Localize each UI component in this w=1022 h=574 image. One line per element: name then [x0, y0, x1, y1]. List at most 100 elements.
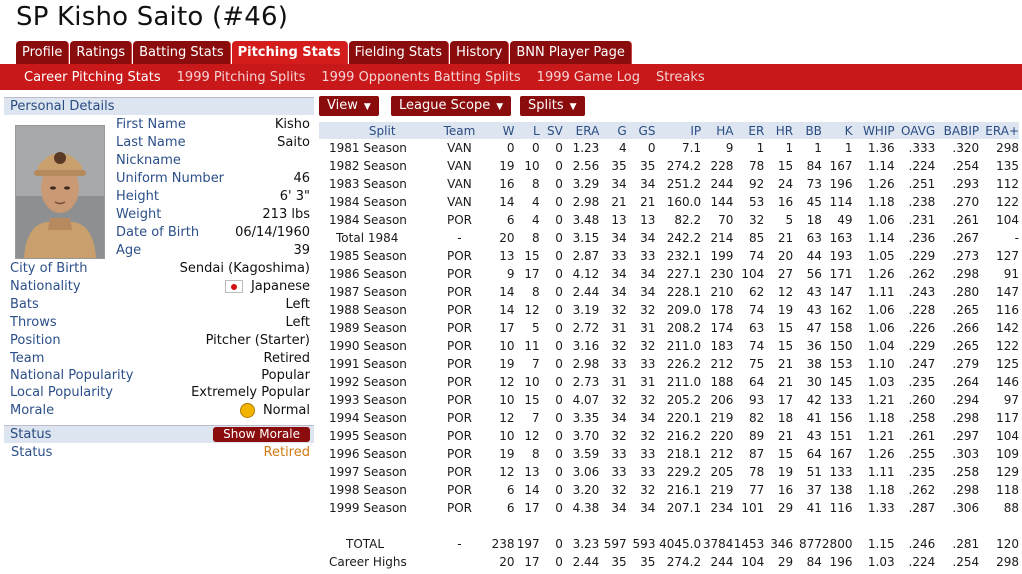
table-cell: 11: [524, 339, 540, 353]
table-cell: .293: [952, 177, 980, 191]
table-cell: 197: [516, 537, 540, 551]
table-cell: 205: [710, 465, 734, 479]
caret-down-icon: ▼: [569, 102, 577, 112]
column-header-g[interactable]: G: [599, 122, 627, 139]
tab-pitching-stats[interactable]: Pitching Stats: [231, 41, 348, 64]
table-cell: .320: [952, 141, 980, 155]
table-cell: 1.10: [867, 357, 895, 371]
table-cell: VAN: [447, 177, 472, 191]
tab-ratings[interactable]: Ratings: [70, 41, 133, 64]
table-cell: 211.0: [666, 339, 702, 353]
column-header-whip[interactable]: WHIP: [852, 122, 895, 139]
table-cell: 0: [555, 195, 563, 209]
table-cell: 7: [531, 357, 540, 371]
table-cell: 3.19: [572, 303, 600, 317]
column-header-l[interactable]: L: [514, 122, 540, 139]
table-row: 1982 Season VAN 19 10 0 2.56 35 35 274.2 228 78 15 8…: [319, 157, 1019, 175]
column-header-w[interactable]: W: [483, 122, 515, 139]
subnav-streaks[interactable]: Streaks: [648, 70, 713, 85]
table-cell: 13: [611, 213, 627, 227]
table-cell: 205.2: [666, 393, 702, 407]
table-cell: 122: [996, 195, 1019, 209]
column-header-babip[interactable]: BABIP: [935, 122, 980, 139]
tab-profile[interactable]: Profile: [16, 41, 70, 64]
table-cell: 167: [829, 447, 853, 461]
subnav-1999-game-log[interactable]: 1999 Game Log: [529, 70, 648, 85]
table-cell: 33: [640, 465, 656, 479]
table-cell: 20: [777, 249, 794, 263]
table-cell: .224: [908, 555, 936, 569]
table-cell: 33: [640, 447, 656, 461]
table-cell: 120: [996, 537, 1019, 551]
column-header-bb[interactable]: BB: [793, 122, 822, 139]
table-cell: 64: [806, 447, 822, 461]
table-cell: 21: [777, 375, 794, 389]
table-cell: -: [457, 537, 462, 551]
table-cell: 87: [749, 447, 765, 461]
show-morale-button[interactable]: Show Morale: [213, 427, 310, 442]
league-scope-dropdown[interactable]: League Scope ▼: [391, 96, 512, 116]
table-cell: 70: [718, 213, 734, 227]
column-header-oavg[interactable]: OAVG: [894, 122, 936, 139]
nationality-value: Japanese: [224, 278, 310, 296]
table-cell: 877: [799, 537, 822, 551]
table-cell: 0: [555, 303, 563, 317]
player-photo: [15, 125, 105, 259]
natpop-text: Popular: [261, 368, 310, 383]
table-cell: POR: [446, 411, 472, 425]
table-cell: 3.16: [572, 339, 600, 353]
table-cell: 35: [640, 159, 656, 173]
column-header-ip[interactable]: IP: [655, 122, 702, 139]
splits-dropdown[interactable]: Splits ▼: [520, 96, 585, 116]
column-header-hr[interactable]: HR: [764, 122, 794, 139]
tab-history[interactable]: History: [450, 41, 510, 64]
table-cell: 593: [632, 537, 656, 551]
table-cell: 127: [996, 249, 1019, 263]
table-cell: 75: [749, 357, 765, 371]
table-cell: .298: [952, 411, 980, 425]
column-header-split[interactable]: Split: [319, 122, 436, 139]
table-row: 1998 Season POR 6 14 0 3.20 32 32 216.1 219 77 16 37…: [319, 481, 1019, 499]
table-cell: 0: [555, 213, 563, 227]
column-header-era[interactable]: ERA: [562, 122, 600, 139]
subnav-1999-pitching-splits[interactable]: 1999 Pitching Splits: [169, 70, 314, 85]
table-cell: .226: [908, 321, 936, 335]
table-cell: 34: [640, 411, 656, 425]
first-name-value: Kisho: [275, 116, 310, 134]
team-text: Retired: [263, 351, 310, 366]
table-cell: 1991 Season: [329, 357, 407, 371]
subnav-career-pitching-stats[interactable]: Career Pitching Stats: [0, 70, 169, 85]
column-header-ha[interactable]: HA: [701, 122, 734, 139]
table-cell: 2.98: [572, 357, 600, 371]
column-header-k[interactable]: K: [821, 122, 853, 139]
table-cell: .265: [952, 339, 980, 353]
caret-down-icon: ▼: [496, 102, 504, 112]
table-cell: .306: [952, 501, 980, 515]
table-cell: 84: [806, 555, 822, 569]
table-cell: 1987 Season: [329, 285, 407, 299]
table-cell: 244: [710, 555, 734, 569]
table-cell: 145: [829, 375, 853, 389]
column-header-team[interactable]: Team: [435, 122, 484, 139]
table-cell: 112: [996, 177, 1019, 191]
table-cell: 62: [749, 285, 765, 299]
subnav-1999-opponents-batting-splits[interactable]: 1999 Opponents Batting Splits: [313, 70, 528, 85]
table-cell: 1.11: [867, 285, 895, 299]
tab-bnn-player-page[interactable]: BNN Player Page: [510, 41, 632, 64]
table-cell: .247: [908, 357, 936, 371]
column-header-sv[interactable]: SV: [539, 122, 563, 139]
column-header-gs[interactable]: GS: [626, 122, 656, 139]
view-dropdown[interactable]: View ▼: [319, 96, 379, 116]
table-cell: 153: [829, 357, 853, 371]
table-cell: 21: [640, 195, 656, 209]
column-header-era-[interactable]: ERA+: [979, 122, 1019, 139]
uniform-label: Uniform Number: [116, 171, 225, 186]
column-header-er[interactable]: ER: [733, 122, 765, 139]
tab-fielding-stats[interactable]: Fielding Stats: [348, 41, 450, 64]
tab-batting-stats[interactable]: Batting Stats: [133, 41, 231, 64]
table-cell: POR: [446, 267, 472, 281]
table-cell: 129: [996, 465, 1019, 479]
table-cell: 0: [555, 375, 563, 389]
position-label: Position: [10, 333, 61, 348]
table-cell: 212: [710, 447, 734, 461]
